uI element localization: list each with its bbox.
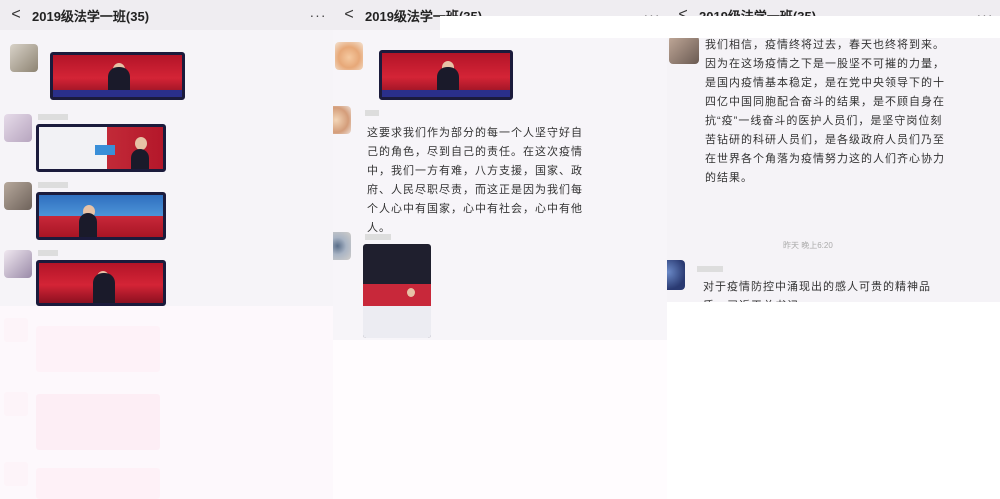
- sender-name: [38, 182, 68, 188]
- video-message[interactable]: [36, 124, 166, 172]
- video-message[interactable]: [363, 244, 431, 338]
- chat-message-text: 对于疫情防控中涌现出的感人可贵的精神品质，习近平总书记…: [703, 281, 931, 302]
- timestamp: 昨天 晚上6:20: [783, 241, 833, 250]
- avatar[interactable]: [667, 260, 685, 290]
- sender-name: [365, 110, 379, 116]
- video-message[interactable]: [36, 260, 166, 306]
- video-message[interactable]: [36, 192, 166, 240]
- avatar[interactable]: [669, 36, 699, 64]
- avatar[interactable]: [4, 182, 32, 210]
- sender-name: [365, 234, 391, 240]
- overexposed-area: [440, 16, 1000, 38]
- avatar[interactable]: [4, 114, 32, 142]
- overexposed-area: [0, 306, 333, 499]
- avatar[interactable]: [4, 250, 32, 278]
- sender-name: [38, 114, 68, 120]
- chat-message-text: 我们相信，疫情终将过去，春天也终将到来。因为在这场疫情之下是一股坚不可摧的力量，…: [705, 39, 945, 184]
- chat-header: < 2019级法学一班(35) ···: [0, 0, 333, 30]
- avatar[interactable]: [333, 106, 351, 134]
- chat-title: 2019级法学一班(35): [32, 8, 150, 24]
- overexposed-area: [333, 340, 667, 499]
- chat-message-text: 这要求我们作为部分的每一个人坚守好自己的角色，尽到自己的责任。在这次疫情中，我们…: [367, 127, 583, 234]
- avatar[interactable]: [335, 42, 363, 70]
- video-message[interactable]: [50, 52, 185, 100]
- back-button[interactable]: <: [4, 6, 28, 24]
- avatar[interactable]: [333, 232, 351, 260]
- back-button[interactable]: <: [337, 6, 361, 24]
- sender-name: [38, 250, 58, 256]
- overexposed-area: [667, 302, 1000, 499]
- video-message[interactable]: [379, 50, 513, 100]
- more-button[interactable]: ···: [303, 7, 333, 23]
- avatar[interactable]: [10, 44, 38, 72]
- sender-name: [697, 266, 723, 272]
